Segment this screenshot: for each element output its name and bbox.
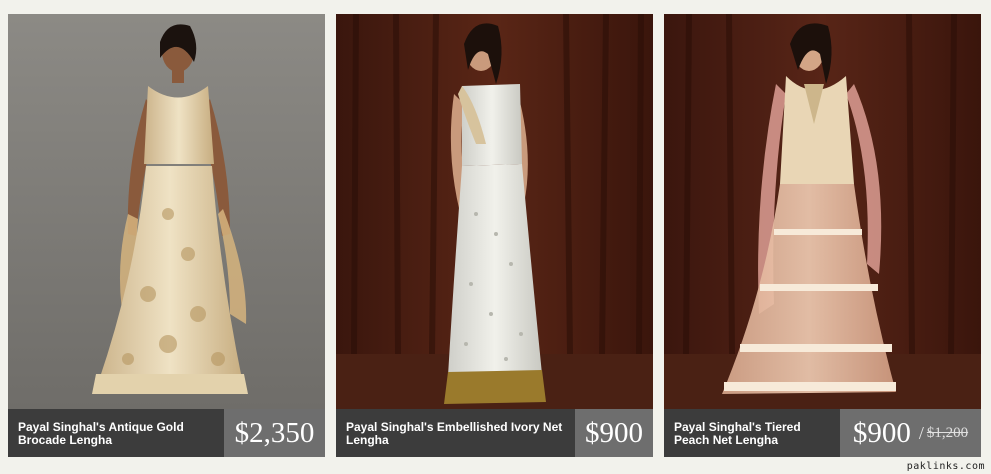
product-grid: Payal Singhal's Antique Gold Brocade Len… (8, 14, 981, 457)
price-box: $900 / $1,200 (840, 409, 981, 457)
product-photo-image (336, 14, 653, 409)
price-separator: / (918, 422, 924, 443)
product-photo[interactable] (664, 14, 981, 409)
product-price: $900 (852, 416, 911, 449)
caption-bar: Payal Singhal's Tiered Peach Net Lengha … (664, 409, 981, 457)
site-watermark: paklinks.com (906, 461, 985, 472)
product-photo-image (664, 14, 981, 409)
product-card-antique-gold[interactable]: Payal Singhal's Antique Gold Brocade Len… (8, 14, 325, 457)
product-title[interactable]: Payal Singhal's Tiered Peach Net Lengha (664, 409, 840, 457)
price-box: $900 (575, 409, 653, 457)
product-title[interactable]: Payal Singhal's Embellished Ivory Net Le… (336, 409, 575, 457)
original-price: $1,200 (926, 424, 969, 441)
product-card-tiered-peach[interactable]: Payal Singhal's Tiered Peach Net Lengha … (664, 14, 981, 457)
caption-bar: Payal Singhal's Embellished Ivory Net Le… (336, 409, 653, 457)
product-card-embellished-ivory[interactable]: Payal Singhal's Embellished Ivory Net Le… (336, 14, 653, 457)
product-title[interactable]: Payal Singhal's Antique Gold Brocade Len… (8, 409, 224, 457)
product-photo[interactable] (8, 14, 325, 409)
product-photo[interactable] (336, 14, 653, 409)
product-photo-image (8, 14, 325, 409)
caption-bar: Payal Singhal's Antique Gold Brocade Len… (8, 409, 325, 457)
price-box: $2,350 (224, 409, 325, 457)
product-price: $2,350 (234, 416, 315, 449)
product-price: $900 (585, 416, 643, 449)
